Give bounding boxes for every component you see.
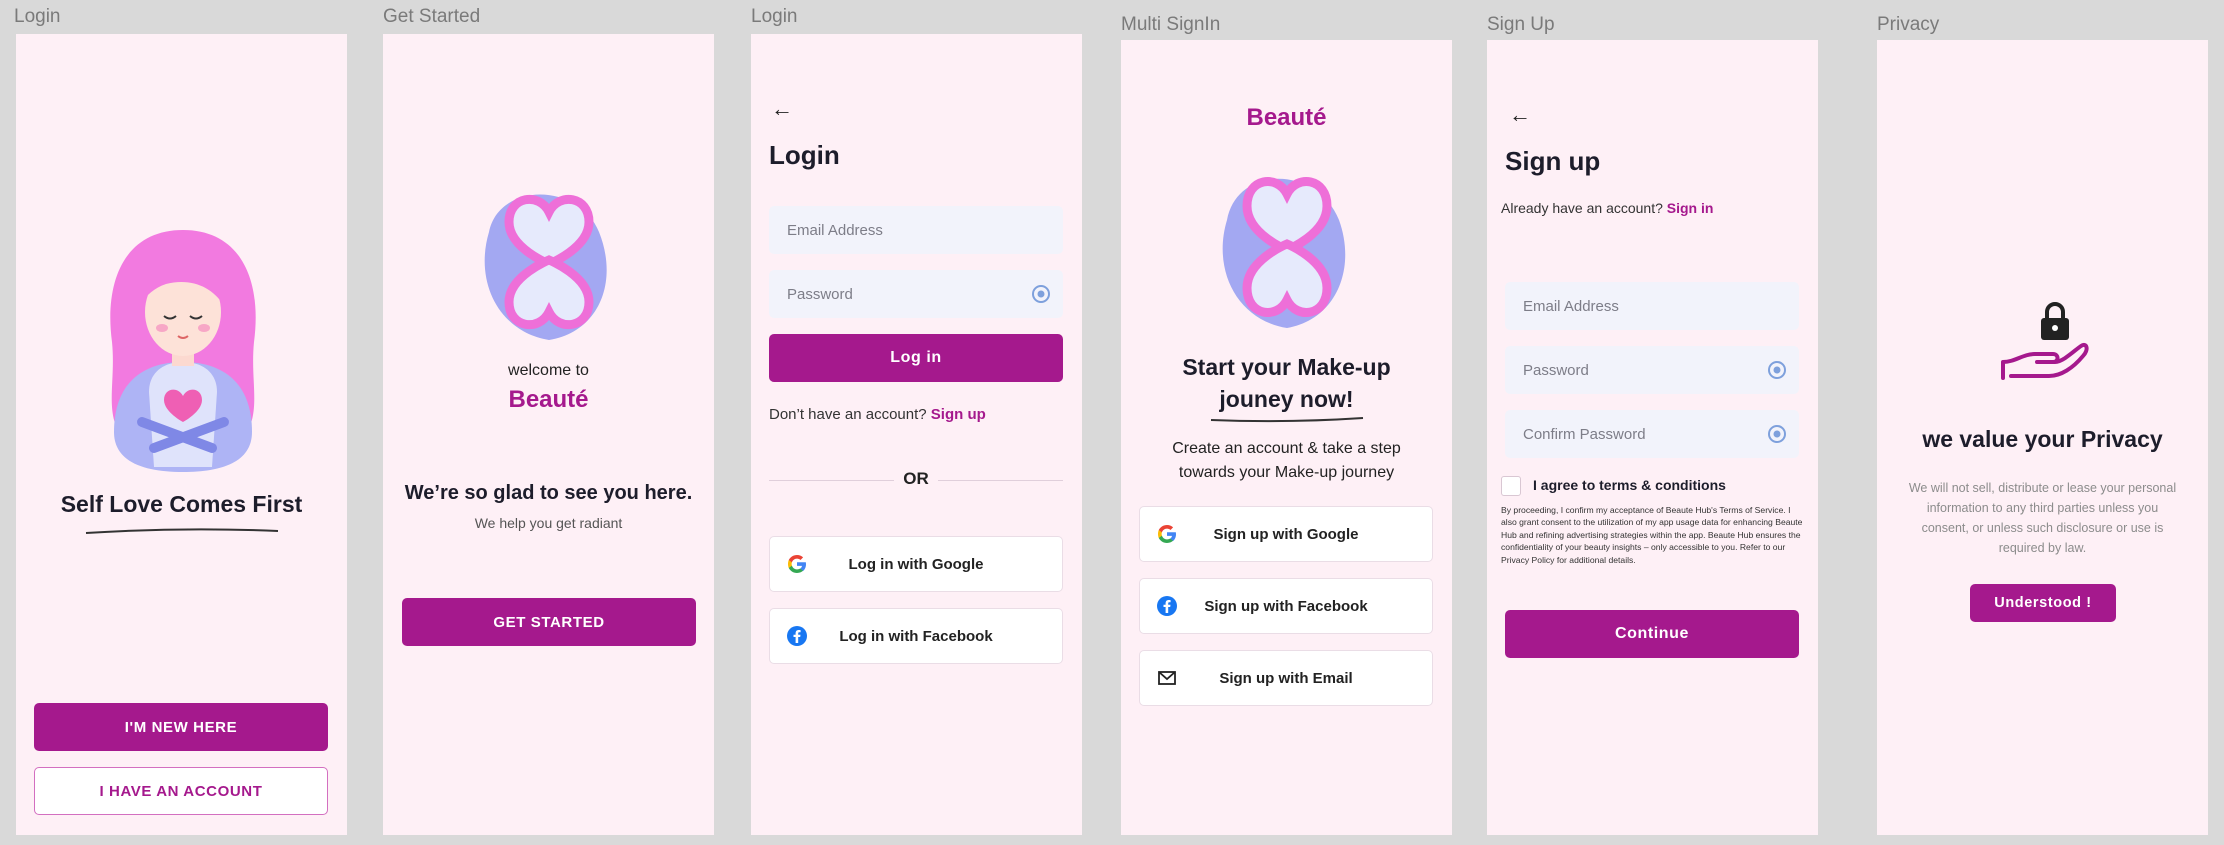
frame-label-multi-signin: Multi SignIn <box>1121 14 1221 35</box>
email-placeholder: Email Address <box>1523 297 1619 315</box>
frame-label-sign-up: Sign Up <box>1487 14 1555 35</box>
password-field[interactable]: Password <box>769 270 1063 318</box>
log-in-button[interactable]: Log in <box>769 334 1063 382</box>
continue-button[interactable]: Continue <box>1505 610 1799 658</box>
screen-privacy: we value your Privacy We will not sell, … <box>1877 40 2208 835</box>
terms-label: I agree to terms & conditions <box>1533 477 1726 493</box>
brand-name: Beauté <box>508 386 589 413</box>
terms-text: By proceeding, I confirm my acceptance o… <box>1501 505 1803 565</box>
brand-name: Beauté <box>1246 104 1327 131</box>
journey-subtitle-line1: Create an account & take a step <box>1172 440 1401 457</box>
frame-label-login-2: Login <box>751 6 798 27</box>
headline-underline <box>85 528 279 534</box>
no-account-text: Don’t have an account? <box>769 406 927 423</box>
radiant-subtitle: We help you get radiant <box>474 515 623 531</box>
facebook-label: Sign up with Facebook <box>1204 597 1368 615</box>
sign-in-link[interactable]: Sign in <box>1667 200 1714 216</box>
facebook-icon <box>1157 596 1177 616</box>
terms-checkbox[interactable] <box>1501 476 1521 496</box>
sign-up-link[interactable]: Sign up <box>931 406 986 423</box>
password-placeholder: Password <box>787 285 853 303</box>
landing-headline: Self Love Comes First <box>60 491 303 517</box>
back-arrow-icon[interactable]: ← <box>771 96 793 122</box>
sign-up-title: Sign up <box>1505 146 1601 176</box>
email-field[interactable]: Email Address <box>1505 282 1799 330</box>
headline-underline <box>1210 417 1364 423</box>
journey-headline-line1: Start your Make-up <box>1182 354 1391 380</box>
lock-hand-icon <box>2001 302 2089 380</box>
facebook-icon <box>787 626 807 646</box>
get-started-button[interactable]: GET STARTED <box>402 598 696 646</box>
google-label: Sign up with Google <box>1213 525 1359 543</box>
email-field[interactable]: Email Address <box>769 206 1063 254</box>
im-new-here-button[interactable]: I'M NEW HERE <box>34 703 328 751</box>
glad-text: We’re so glad to see you here. <box>404 482 693 504</box>
google-label: Log in with Google <box>848 555 984 573</box>
email-icon <box>1158 671 1176 685</box>
eye-icon[interactable] <box>1031 284 1051 304</box>
screen-get-started: welcome to Beauté We’re so glad to see y… <box>383 34 714 835</box>
heart-logo <box>484 194 607 340</box>
have-account-row: Already have an account? Sign in <box>1501 200 1713 216</box>
journey-subtitle-line2: towards your Make-up journey <box>1178 464 1395 481</box>
login-title: Login <box>769 140 840 170</box>
privacy-title: we value your Privacy <box>1922 426 2163 452</box>
i-have-an-account-button[interactable]: I HAVE AN ACCOUNT <box>34 767 328 815</box>
confirm-password-placeholder: Confirm Password <box>1523 425 1646 443</box>
frame-label-get-started: Get Started <box>383 6 481 27</box>
no-account-row: Don’t have an account? Sign up <box>769 406 986 423</box>
google-icon <box>788 555 806 573</box>
screen-multi-signin: Beauté Start your Make-up jouney now! Cr… <box>1121 40 1452 835</box>
journey-headline-line2: jouney now! <box>1219 386 1354 412</box>
frame-label-login: Login <box>14 6 61 27</box>
screen-login: ← Login Email Address Password Log in Do… <box>751 34 1082 835</box>
login-google-button[interactable]: Log in with Google <box>769 536 1063 592</box>
screen-sign-up: ← Sign up Already have an account? Sign … <box>1487 40 1818 835</box>
google-icon <box>1158 525 1176 543</box>
heart-logo <box>1222 177 1346 328</box>
eye-icon[interactable] <box>1767 424 1787 444</box>
email-label: Sign up with Email <box>1219 669 1353 687</box>
signup-facebook-button[interactable]: Sign up with Facebook <box>1139 578 1433 634</box>
password-field[interactable]: Password <box>1505 346 1799 394</box>
back-arrow-icon[interactable]: ← <box>1509 102 1531 128</box>
screen-landing: Self Love Comes First I'M NEW HERE I HAV… <box>16 34 347 835</box>
login-facebook-button[interactable]: Log in with Facebook <box>769 608 1063 664</box>
password-placeholder: Password <box>1523 361 1589 379</box>
understood-button[interactable]: Understood ! <box>1970 584 2116 622</box>
self-love-illustration <box>110 230 256 472</box>
signup-google-button[interactable]: Sign up with Google <box>1139 506 1433 562</box>
have-account-text: Already have an account? <box>1501 200 1663 216</box>
privacy-body: We will not sell, distribute or lease yo… <box>1908 481 2177 555</box>
confirm-password-field[interactable]: Confirm Password <box>1505 410 1799 458</box>
facebook-label: Log in with Facebook <box>839 627 993 645</box>
or-text: OR <box>894 469 938 489</box>
signup-email-button[interactable]: Sign up with Email <box>1139 650 1433 706</box>
welcome-to-text: welcome to <box>508 362 589 379</box>
email-placeholder: Email Address <box>787 221 883 239</box>
frame-label-privacy: Privacy <box>1877 14 1940 35</box>
eye-icon[interactable] <box>1767 360 1787 380</box>
